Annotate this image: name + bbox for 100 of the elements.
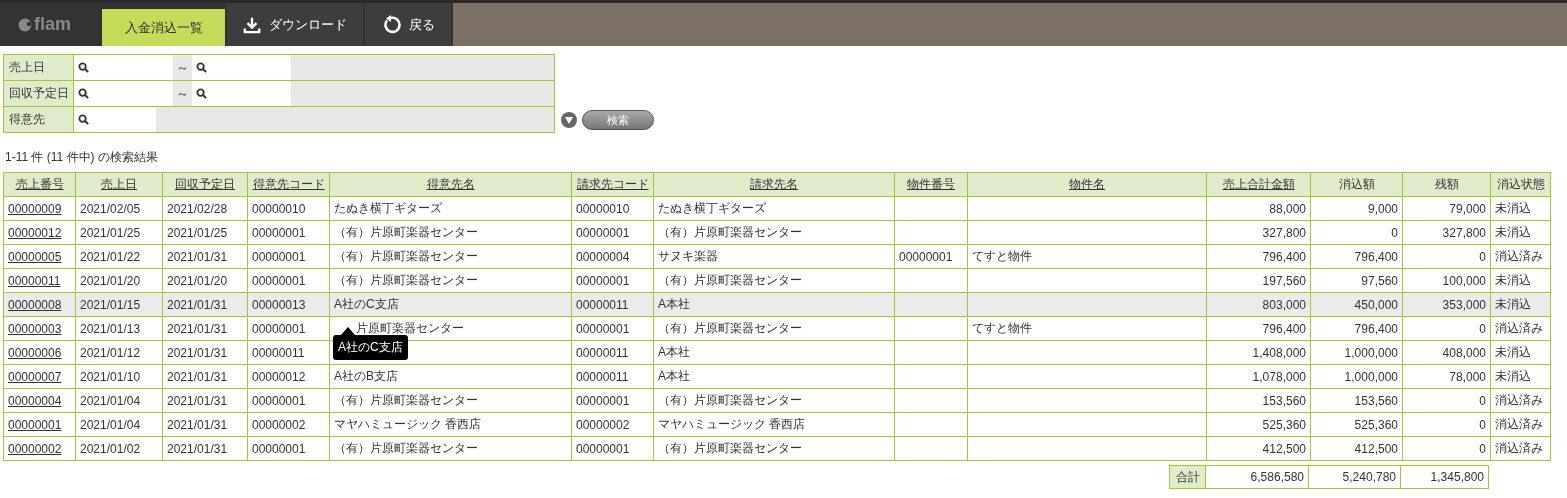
table-cell: （有）片原町楽器センター [653, 436, 895, 461]
search-field[interactable] [192, 55, 291, 80]
table-cell: 未消込 [1490, 196, 1551, 221]
table-cell: たぬき横丁ギターズ [329, 196, 572, 221]
table-cell: 796,400 [1206, 244, 1311, 269]
column-header[interactable]: 物件番号 [894, 172, 968, 197]
table-cell: 00000001 [894, 244, 968, 269]
nav-tab[interactable]: ダウンロード [227, 3, 363, 46]
column-header[interactable]: 売上合計金額 [1206, 172, 1311, 197]
table-cell: 00000002 [247, 412, 330, 437]
table-cell: （有）片原町楽器センター [329, 220, 572, 245]
table-cell: たぬき横丁ギターズ [653, 196, 895, 221]
table-cell: （有）片原町楽器センター [329, 388, 572, 413]
table-cell: 2021/01/12 [75, 340, 163, 365]
column-header[interactable]: 売上番号 [3, 172, 76, 197]
table-cell: マヤハミュージック 香西店 [653, 412, 895, 437]
table-cell: 2021/02/28 [162, 196, 248, 221]
table-cell: サヌキ楽器 [653, 244, 895, 269]
table-cell: （有）片原町楽器センター [329, 436, 572, 461]
table-cell: 00000001 [247, 436, 330, 461]
table-cell: 2021/01/04 [75, 388, 163, 413]
field-label: 回収予定日 [4, 81, 74, 106]
table-cell: 327,800 [1206, 220, 1311, 245]
table-cell: 00000001 [247, 244, 330, 269]
table-cell: 0 [1402, 412, 1491, 437]
field-label: 得意先 [4, 107, 74, 132]
field-label: 売上日 [4, 55, 74, 80]
table-cell: 00000001 [571, 220, 654, 245]
table-cell: 88,000 [1206, 196, 1311, 221]
column-header[interactable]: 物件名 [967, 172, 1207, 197]
table-cell: てすと物件 [967, 244, 1207, 269]
table-cell: 00000001 [571, 388, 654, 413]
table-cell: 450,000 [1310, 292, 1403, 317]
table-cell: 2021/01/31 [162, 316, 248, 341]
column-header[interactable]: 請求先コード [571, 172, 654, 197]
column-header: 残額 [1402, 172, 1491, 197]
column-header[interactable]: 売上日 [75, 172, 163, 197]
sale-number-link[interactable]: 00000008 [3, 292, 76, 317]
sale-number-link[interactable]: 00000006 [3, 340, 76, 365]
table-cell: 消込済み [1490, 316, 1551, 341]
sale-number-link[interactable]: 00000005 [3, 244, 76, 269]
range-separator: ～ [175, 85, 190, 103]
nav-tab[interactable]: 戻る [365, 3, 451, 46]
column-header: 消込状態 [1490, 172, 1551, 197]
table-cell: 1,078,000 [1206, 364, 1311, 389]
table-cell: （有）片原町楽器センター [653, 316, 895, 341]
expand-icon[interactable] [561, 112, 577, 128]
table-cell: 未消込 [1490, 340, 1551, 365]
table-cell: 00000001 [571, 436, 654, 461]
table-cell: 2021/01/31 [162, 244, 248, 269]
search-icon [196, 88, 207, 99]
sale-number-link[interactable]: 00000002 [3, 436, 76, 461]
search-icon [196, 62, 207, 73]
table-cell: 525,360 [1206, 412, 1311, 437]
sale-number-link[interactable]: 00000009 [3, 196, 76, 221]
table-cell: 未消込 [1490, 364, 1551, 389]
table-cell: A社のB支店 [329, 364, 572, 389]
column-header[interactable]: 請求先名 [653, 172, 895, 197]
column-header[interactable]: 得意先コード [247, 172, 330, 197]
search-field[interactable] [192, 81, 291, 106]
table-cell: 00000001 [247, 388, 330, 413]
table-cell: 153,560 [1206, 388, 1311, 413]
table-cell: 796,400 [1310, 244, 1403, 269]
sale-number-link[interactable]: 00000011 [3, 268, 76, 293]
table-cell: 1,000,000 [1310, 340, 1403, 365]
table-cell: 2021/01/02 [75, 436, 163, 461]
sale-number-link[interactable]: 00000001 [3, 412, 76, 437]
table-cell: 796,400 [1206, 316, 1311, 341]
column-header: 消込額 [1310, 172, 1403, 197]
nav-tab[interactable]: 入金消込一覧 [102, 9, 225, 46]
table-cell: 197,560 [1206, 268, 1311, 293]
table-cell: 2021/01/04 [75, 412, 163, 437]
table-cell: 消込済み [1490, 388, 1551, 413]
table-cell: 00000002 [571, 412, 654, 437]
column-header[interactable]: 得意先名 [329, 172, 572, 197]
table-cell: 0 [1402, 244, 1491, 269]
table-cell: 片原町楽器センター [329, 316, 572, 341]
sale-number-link[interactable]: 00000004 [3, 388, 76, 413]
table-cell: 未消込 [1490, 268, 1551, 293]
table-cell: 2021/01/31 [162, 340, 248, 365]
table-cell: 消込済み [1490, 436, 1551, 461]
table-cell: 9,000 [1310, 196, 1403, 221]
table-cell: 0 [1402, 436, 1491, 461]
sale-number-link[interactable]: 00000012 [3, 220, 76, 245]
search-field[interactable] [74, 81, 173, 106]
table-cell: 153,560 [1310, 388, 1403, 413]
table-cell: （有）片原町楽器センター [329, 268, 572, 293]
table-cell: 803,000 [1206, 292, 1311, 317]
search-field[interactable] [74, 55, 173, 80]
table-cell: 00000001 [247, 220, 330, 245]
sale-number-link[interactable]: 00000003 [3, 316, 76, 341]
table-cell: 00000011 [571, 364, 654, 389]
sale-number-link[interactable]: 00000007 [3, 364, 76, 389]
table-cell: 2021/01/20 [162, 268, 248, 293]
table-cell: マヤハミュージック 香西店 [329, 412, 572, 437]
range-separator: ～ [175, 59, 190, 77]
table-cell: 00000004 [571, 244, 654, 269]
column-header[interactable]: 回収予定日 [162, 172, 248, 197]
result-summary: 1-11 件 (11 件中) の検索結果 [5, 149, 159, 166]
search-field[interactable] [74, 107, 156, 132]
